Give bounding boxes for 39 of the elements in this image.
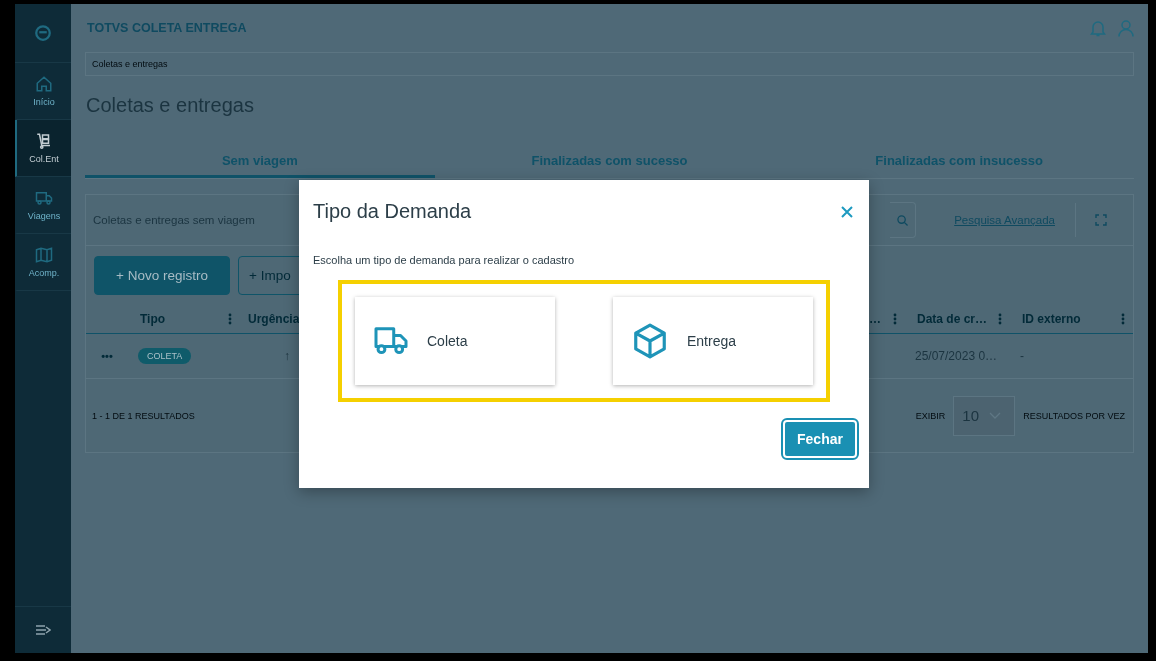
kebab-menu-icon[interactable] xyxy=(228,312,232,325)
home-icon xyxy=(35,75,53,93)
column-header[interactable]: Data de cr… xyxy=(917,311,988,326)
show-label: EXIBIR xyxy=(915,410,946,421)
fullscreen-icon[interactable] xyxy=(1095,214,1107,226)
tab[interactable]: Finalizadas com sucesso xyxy=(434,146,785,178)
map-icon xyxy=(35,246,53,264)
sidebar-item[interactable]: Col.Ent xyxy=(15,120,71,177)
expand-menu-icon[interactable] xyxy=(35,624,51,636)
demand-type-option[interactable]: Entrega xyxy=(613,297,813,385)
close-button[interactable] xyxy=(839,203,855,220)
modal-title: Tipo da Demanda xyxy=(313,200,472,223)
demand-type-option[interactable]: Coleta xyxy=(355,297,555,385)
breadcrumb-link[interactable]: Coletas e entregas xyxy=(92,59,168,69)
column-header[interactable]: ID externo xyxy=(1022,311,1081,326)
kebab-menu-icon[interactable] xyxy=(1121,312,1125,325)
search-field[interactable] xyxy=(890,202,917,238)
truck-icon xyxy=(373,326,409,356)
column-header[interactable]: Tipo xyxy=(140,311,166,326)
row-menu-button[interactable]: ••• xyxy=(101,350,113,362)
tab[interactable]: Finalizadas com insucesso xyxy=(784,146,1134,178)
new-record-button[interactable]: + Novo registro xyxy=(94,255,230,295)
results-count: 1 - 1 DE 1 RESULTADOS xyxy=(92,410,195,421)
close-icon xyxy=(839,203,855,220)
per-page-label: RESULTADOS POR VEZ xyxy=(1023,410,1125,421)
app-title: TOTVS COLETA ENTREGA xyxy=(87,21,247,35)
dolly-icon xyxy=(35,132,53,150)
kebab-menu-icon[interactable] xyxy=(893,312,897,325)
logo-icon xyxy=(34,24,52,42)
search-icon xyxy=(897,214,909,226)
close-dialog-button[interactable]: Fechar xyxy=(783,420,857,458)
kebab-menu-icon[interactable] xyxy=(998,312,1002,325)
column-header[interactable]: … xyxy=(869,311,881,326)
advanced-search-link[interactable]: Pesquisa Avançada xyxy=(948,213,1061,227)
column-header[interactable]: Urgência xyxy=(248,311,300,326)
table-cell: - xyxy=(1010,334,1133,379)
truck-icon xyxy=(35,189,53,207)
cube-icon xyxy=(631,322,669,360)
type-tag: COLETA xyxy=(138,348,192,364)
